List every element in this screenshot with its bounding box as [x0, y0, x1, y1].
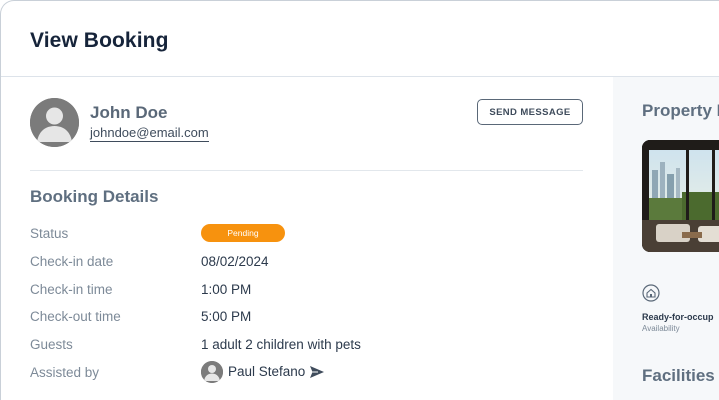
- booking-details-title: Booking Details: [30, 187, 159, 206]
- check-in-date-label: Check-in date: [30, 254, 114, 269]
- paper-plane-icon[interactable]: [309, 365, 325, 379]
- check-out-time-label: Check-out time: [30, 309, 121, 324]
- property-details-title: Property D: [642, 101, 719, 120]
- status-label: Status: [30, 226, 69, 241]
- check-out-time-value: 5:00 PM: [201, 309, 252, 324]
- booking-window: View Booking John Doe johndoe@email.com …: [0, 0, 719, 400]
- assisted-by-label: Assisted by: [30, 365, 100, 380]
- assistant-avatar: [201, 361, 223, 383]
- check-in-date-value: 08/02/2024: [201, 254, 269, 269]
- assistant-name: Paul Stefano: [228, 364, 306, 379]
- send-message-button[interactable]: SEND MESSAGE: [477, 99, 583, 125]
- guest-name: John Doe: [90, 103, 168, 122]
- property-photo: [642, 140, 719, 252]
- guests-value: 1 adult 2 children with pets: [201, 337, 361, 352]
- divider: [30, 170, 583, 171]
- availability-label: Availability: [642, 324, 680, 333]
- page-title: View Booking: [30, 29, 169, 52]
- availability-value: Ready-for-occup: [642, 312, 714, 322]
- property-image: [642, 140, 719, 252]
- header: View Booking: [1, 1, 719, 77]
- guests-label: Guests: [30, 337, 73, 352]
- property-panel: Property D: [613, 77, 719, 400]
- user-avatar-icon: [201, 361, 223, 383]
- guest-email-link[interactable]: johndoe@email.com: [90, 125, 209, 142]
- check-in-time-label: Check-in time: [30, 282, 113, 297]
- user-avatar-icon: [30, 98, 79, 147]
- home-icon: [642, 284, 660, 302]
- guest-avatar: [30, 98, 79, 147]
- check-in-time-value: 1:00 PM: [201, 282, 252, 297]
- facilities-title: Facilities a: [642, 366, 719, 385]
- status-badge: Pending: [201, 224, 285, 242]
